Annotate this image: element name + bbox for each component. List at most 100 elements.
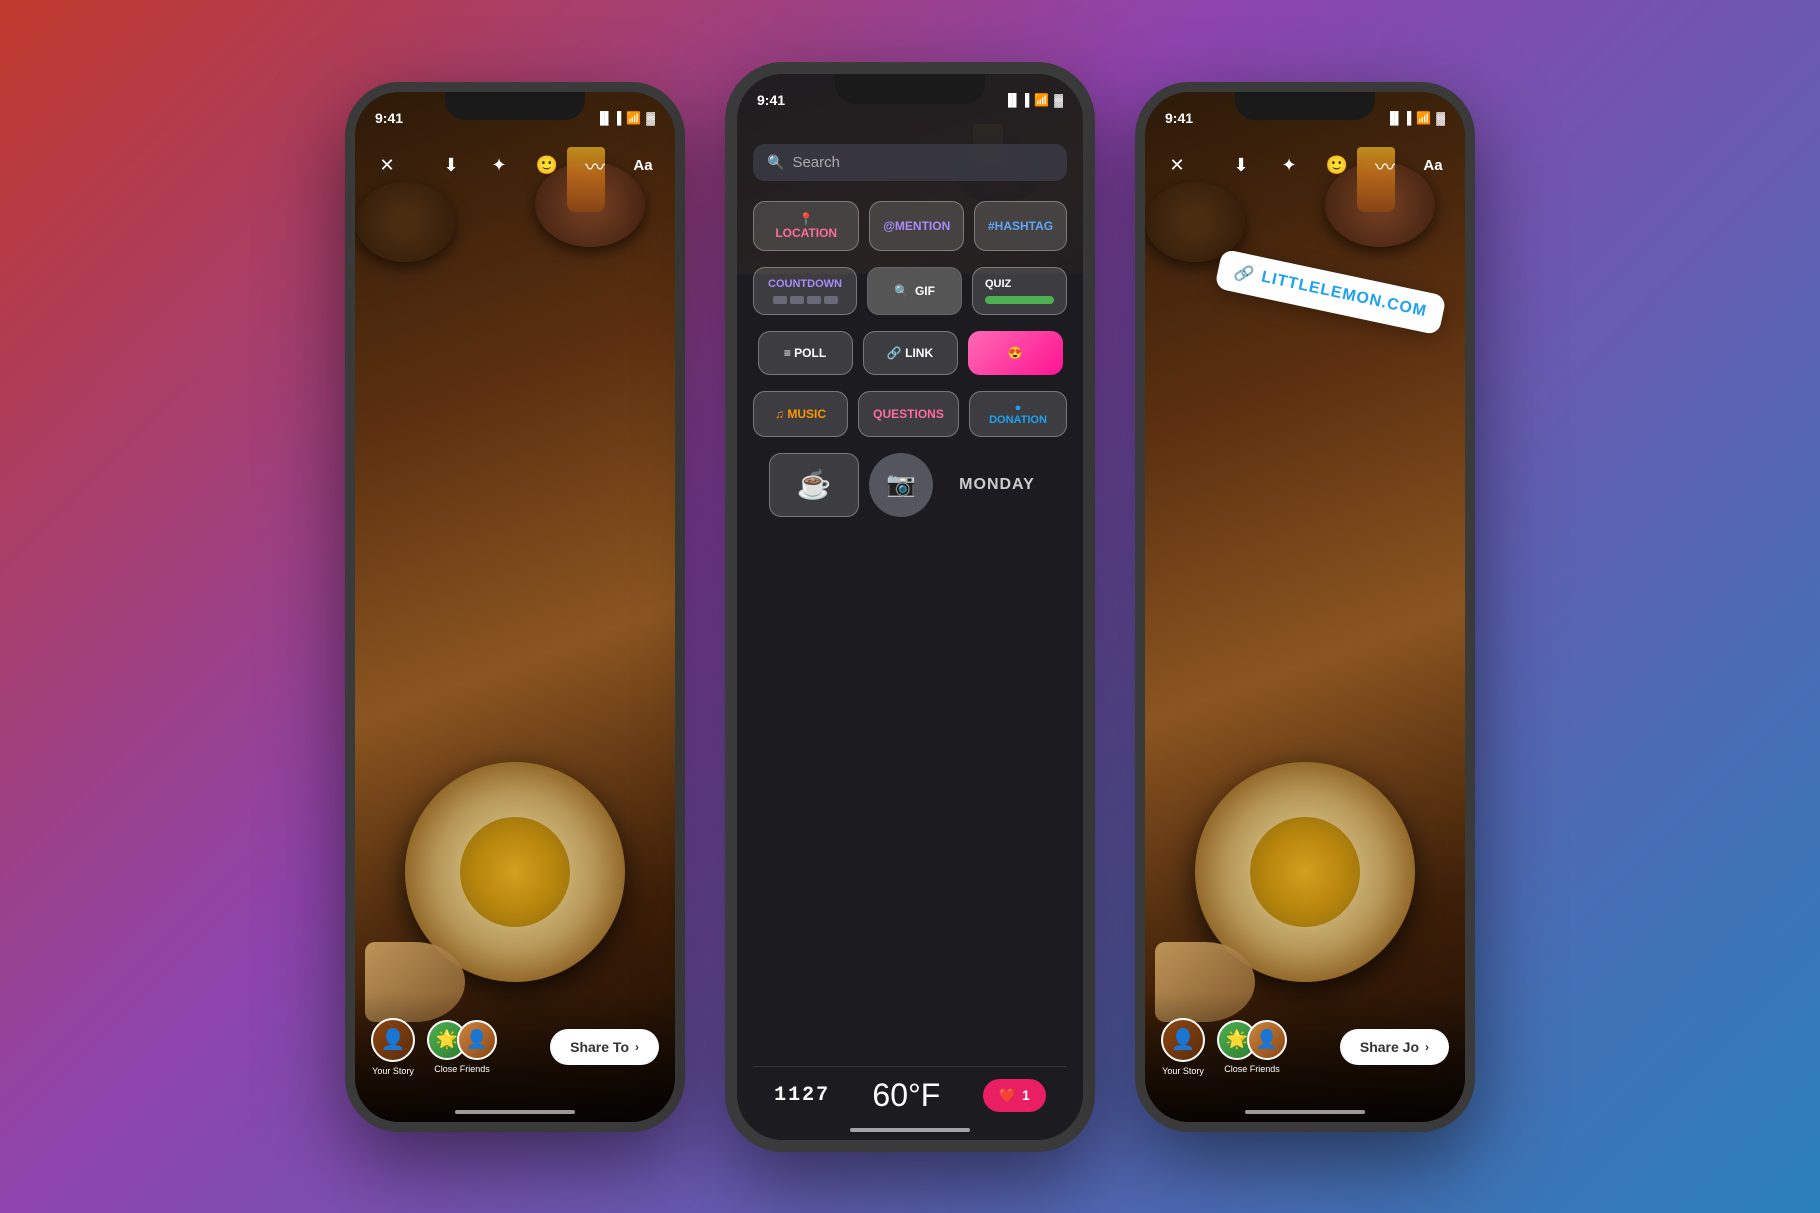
signal-icon-right: ▐▌▐	[1386, 111, 1412, 125]
time-right: 9:41	[1165, 110, 1193, 126]
scribble-icon-left[interactable]: 〰	[579, 150, 611, 182]
heart-icon: ❤️	[999, 1087, 1016, 1104]
face-icon-left[interactable]: 🙂	[531, 150, 563, 182]
status-icons-right: ▐▌▐ 📶 ▓	[1386, 111, 1445, 125]
close-button-right[interactable]: ✕	[1161, 150, 1193, 182]
your-story-label-right: Your Story	[1162, 1066, 1204, 1076]
middle-phone: 🔍 Search 📍 LOCATION @MENTION #HASHTAG	[725, 62, 1095, 1152]
home-indicator-right	[1245, 1110, 1365, 1114]
link-sticker-icon: 🔗	[1232, 261, 1256, 285]
signal-icon-middle: ▐▌▐	[1004, 93, 1030, 107]
wifi-icon-right: 📶	[1416, 111, 1431, 125]
share-chevron-left: ›	[635, 1040, 639, 1054]
like-badge[interactable]: ❤️ 1	[983, 1079, 1046, 1112]
sticker-row-5: ☕ 📷 MONDAY	[753, 453, 1067, 517]
text-icon-left[interactable]: Aa	[627, 150, 659, 182]
like-count: 1	[1022, 1087, 1030, 1103]
battery-icon: ▓	[646, 111, 655, 125]
status-icons-left: ▐▌▐ 📶 ▓	[596, 111, 655, 125]
sticker-emoji-slider[interactable]: 😍	[968, 331, 1063, 375]
share-button-left[interactable]: Share To ›	[550, 1029, 659, 1065]
sticker-donation[interactable]: ● DONATION	[969, 391, 1067, 437]
sticker-mug[interactable]: ☕	[769, 453, 859, 517]
face-icon-right[interactable]: 🙂	[1321, 150, 1353, 182]
counter-number: 1127	[774, 1084, 830, 1107]
sticker-row-1: 📍 LOCATION @MENTION #HASHTAG	[753, 201, 1067, 251]
close-friends-avatar-right[interactable]: 🌟 👤 Close Friends	[1217, 1020, 1287, 1074]
sticker-countdown[interactable]: COUNTDOWN	[753, 267, 857, 315]
move-icon-left[interactable]: ✦	[483, 150, 515, 182]
wifi-icon-middle: 📶	[1034, 93, 1049, 107]
move-icon-right[interactable]: ✦	[1273, 150, 1305, 182]
sticker-mention[interactable]: @MENTION	[869, 201, 964, 251]
donation-label: ● DONATION	[986, 402, 1050, 426]
sticker-hashtag-label: #HASHTAG	[988, 219, 1053, 233]
questions-label: QUESTIONS	[873, 407, 944, 421]
countdown-label: COUNTDOWN	[768, 278, 842, 290]
text-icon-right[interactable]: Aa	[1417, 150, 1449, 182]
search-bar[interactable]: 🔍 Search	[753, 144, 1067, 181]
close-friends-label: Close Friends	[434, 1064, 490, 1074]
sticker-location-label: 📍 LOCATION	[770, 212, 842, 240]
bottom-counter-tray: 1127 60°F ❤️ 1	[753, 1066, 1067, 1124]
search-placeholder: Search	[792, 154, 840, 171]
share-label-left: Share To	[570, 1039, 629, 1055]
gif-search-icon: 🔍	[894, 284, 909, 298]
home-indicator-left	[455, 1110, 575, 1114]
sticker-gif[interactable]: 🔍 GIF	[867, 267, 962, 315]
sticker-poll[interactable]: ≡ POLL	[758, 331, 853, 375]
music-label: ♫ MUSIC	[775, 407, 826, 421]
close-friends-avatar[interactable]: 🌟 👤 Close Friends	[427, 1020, 497, 1074]
food-photo-bg	[355, 92, 675, 1122]
your-story-label: Your Story	[372, 1066, 414, 1076]
mug-emoji: ☕	[797, 468, 832, 501]
monday-label: MONDAY	[959, 476, 1035, 494]
food-photo-bg-right	[1145, 92, 1465, 1122]
battery-icon-right: ▓	[1436, 111, 1445, 125]
bottom-bar-right: 👤 Your Story 🌟 👤 Close Friends Share Jo …	[1145, 992, 1465, 1122]
poll-label: ≡ POLL	[784, 346, 826, 360]
sticker-music[interactable]: ♫ MUSIC	[753, 391, 848, 437]
battery-icon-middle: ▓	[1054, 93, 1063, 107]
quiz-bar	[985, 296, 1054, 304]
sticker-row-3: ≡ POLL 🔗 LINK 😍	[753, 331, 1067, 375]
sticker-grid: 📍 LOCATION @MENTION #HASHTAG COUNTDOWN	[753, 201, 1067, 1124]
time-left: 9:41	[375, 110, 403, 126]
scribble-icon-right[interactable]: 〰	[1369, 150, 1401, 182]
gif-label: GIF	[915, 284, 935, 298]
sticker-monday-text[interactable]: MONDAY	[943, 453, 1051, 517]
status-icons-middle: ▐▌▐ 📶 ▓	[1004, 93, 1063, 107]
share-button-right[interactable]: Share Jo ›	[1340, 1029, 1449, 1065]
sticker-camera[interactable]: 📷	[869, 453, 933, 517]
avatar-your-story: 👤	[371, 1018, 415, 1062]
sticker-mention-label: @MENTION	[883, 219, 950, 233]
link-label: 🔗 LINK	[887, 346, 933, 360]
signal-icon: ▐▌▐	[596, 111, 622, 125]
share-chevron-right: ›	[1425, 1040, 1429, 1054]
download-icon-left[interactable]: ⬇	[435, 150, 467, 182]
your-story-avatar-right[interactable]: 👤 Your Story	[1161, 1018, 1205, 1076]
bottom-bar-left: 👤 Your Story 🌟 👤 Close Friends Share To …	[355, 992, 675, 1122]
home-indicator-middle	[850, 1128, 970, 1132]
status-bar-middle: 9:41 ▐▌▐ 📶 ▓	[737, 74, 1083, 118]
sticker-location[interactable]: 📍 LOCATION	[753, 201, 859, 251]
share-label-right: Share Jo	[1360, 1039, 1419, 1055]
emoji-slider-label: 😍	[1008, 346, 1023, 360]
notch-right	[1235, 92, 1375, 120]
close-friends-label-right: Close Friends	[1224, 1064, 1280, 1074]
your-story-avatar[interactable]: 👤 Your Story	[371, 1018, 415, 1076]
avatar-close-friends-2: 👤	[457, 1020, 497, 1060]
sticker-panel: 🔍 Search 📍 LOCATION @MENTION #HASHTAG	[737, 74, 1083, 1140]
avatar-close-friends-r2: 👤	[1247, 1020, 1287, 1060]
sticker-quiz[interactable]: QUIZ	[972, 267, 1067, 315]
avatar-your-story-right: 👤	[1161, 1018, 1205, 1062]
sticker-link[interactable]: 🔗 LINK	[863, 331, 958, 375]
toolbar-right: ✕ ⬇ ✦ 🙂 〰 Aa	[1145, 142, 1465, 190]
toolbar-left: ✕ ⬇ ✦ 🙂 〰 Aa	[355, 142, 675, 190]
wifi-icon: 📶	[626, 111, 641, 125]
close-button-left[interactable]: ✕	[371, 150, 403, 182]
download-icon-right[interactable]: ⬇	[1225, 150, 1257, 182]
sticker-hashtag[interactable]: #HASHTAG	[974, 201, 1067, 251]
sticker-questions[interactable]: QUESTIONS	[858, 391, 959, 437]
temperature-display: 60°F	[872, 1077, 940, 1114]
